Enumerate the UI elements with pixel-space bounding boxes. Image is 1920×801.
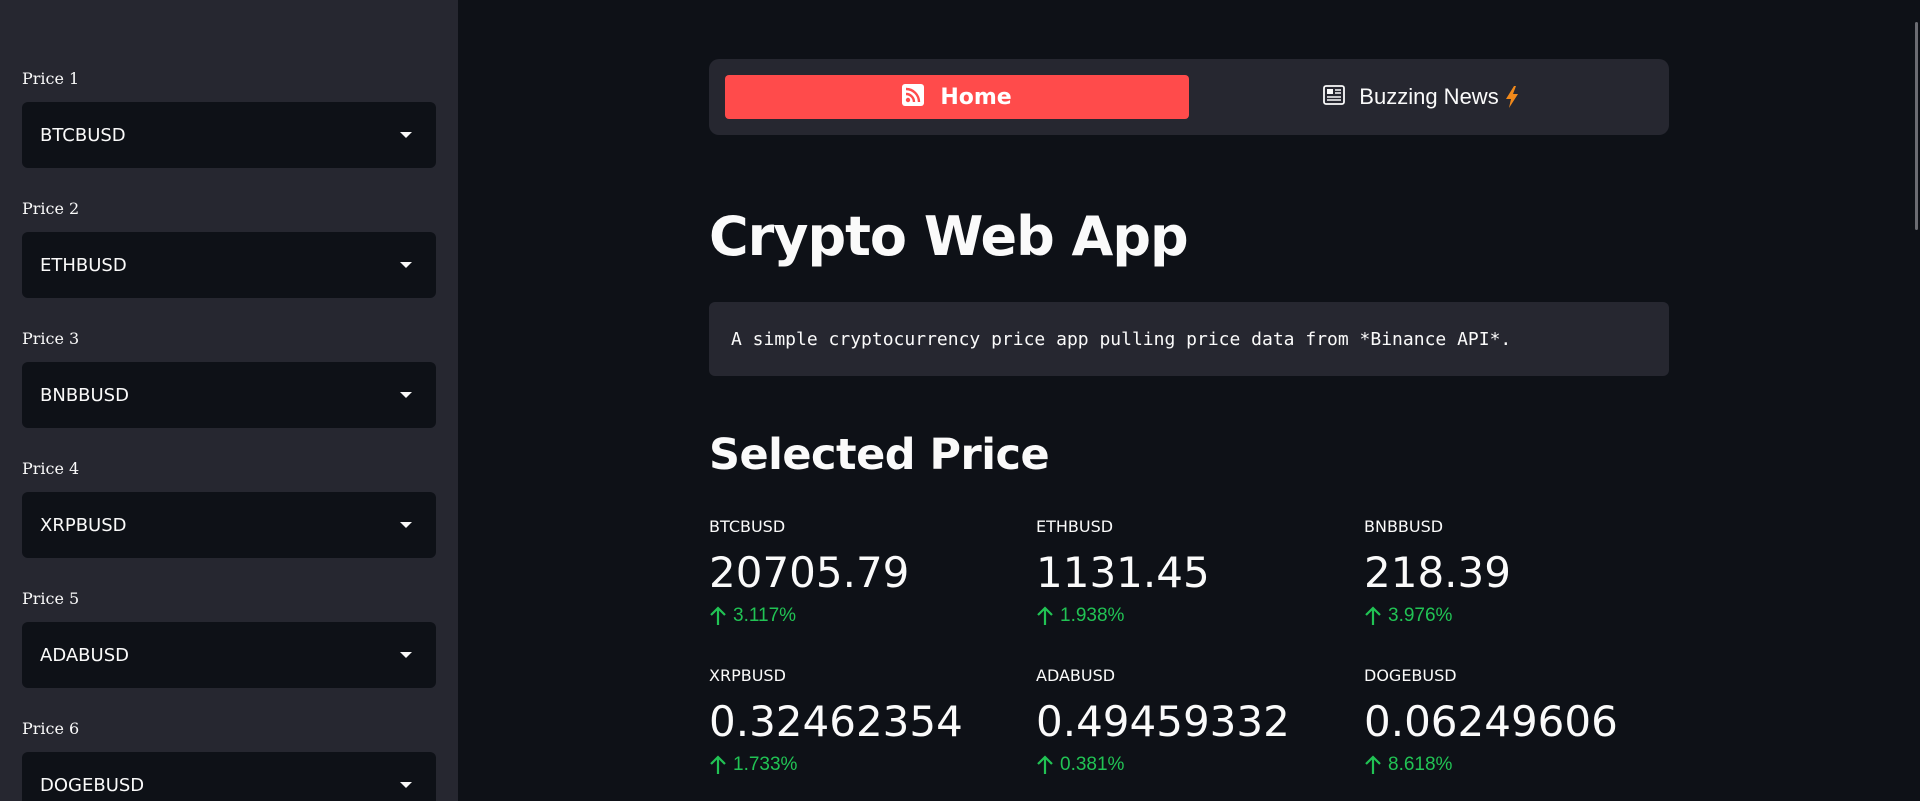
- select-value: ETHBUSD: [40, 254, 127, 276]
- arrow-up-icon: [709, 755, 727, 775]
- nav-home-tab[interactable]: Home: [725, 75, 1189, 119]
- metric-delta-value: 3.117%: [733, 605, 797, 626]
- metric-value: 20705.79: [709, 548, 910, 597]
- lightning-icon: [1505, 86, 1519, 108]
- metric-xrpbusd: XRPBUSD 0.32462354 1.733%: [709, 665, 1029, 777]
- price-5-select-group: Price 5 ADABUSD: [22, 588, 436, 688]
- metric-label: ADABUSD: [1036, 666, 1116, 685]
- price-6-select-group: Price 6 DOGEBUSD: [22, 718, 436, 801]
- price-1-select-group: Price 1 BTCBUSD: [22, 68, 436, 168]
- select-value: BTCBUSD: [40, 124, 126, 146]
- nav-home-label: Home: [940, 84, 1012, 110]
- nav-buzzing-news-label: Buzzing News: [1359, 84, 1499, 109]
- price-6-select[interactable]: DOGEBUSD: [22, 752, 436, 801]
- caret-down-icon: [400, 132, 412, 138]
- metric-label: ETHBUSD: [1036, 517, 1114, 536]
- price-4-select-group: Price 4 XRPBUSD: [22, 458, 436, 558]
- metric-value: 0.49459332: [1036, 697, 1290, 746]
- metric-label: DOGEBUSD: [1364, 666, 1457, 685]
- metric-delta: 1.938%: [1036, 604, 1356, 628]
- caret-down-icon: [400, 262, 412, 268]
- metric-delta: 3.976%: [1364, 604, 1684, 628]
- metric-adabusd: ADABUSD 0.49459332 0.381%: [1036, 665, 1356, 777]
- metric-dogebusd: DOGEBUSD 0.06249606 8.618%: [1364, 665, 1684, 777]
- metric-delta-value: 1.733%: [733, 754, 798, 775]
- arrow-up-icon: [1364, 755, 1382, 775]
- price-3-select-group: Price 3 BNBBUSD: [22, 328, 436, 428]
- select-label: Price 2: [22, 199, 80, 218]
- arrow-up-icon: [1036, 755, 1054, 775]
- select-value: XRPBUSD: [40, 514, 127, 536]
- metric-label: XRPBUSD: [709, 666, 786, 685]
- metric-delta: 0.381%: [1036, 753, 1356, 777]
- section-title: Selected Price: [709, 430, 1050, 480]
- main-scrollbar[interactable]: [1915, 22, 1918, 230]
- metric-delta-value: 8.618%: [1388, 754, 1453, 775]
- rss-icon: [902, 83, 925, 111]
- metric-label: BTCBUSD: [709, 517, 786, 536]
- option-menu-nav: Home Buzzing News: [709, 59, 1669, 135]
- nav-buzzing-news-tab[interactable]: Buzzing News: [1189, 75, 1653, 119]
- metric-ethbusd: ETHBUSD 1131.45 1.938%: [1036, 516, 1356, 628]
- select-value: BNBBUSD: [40, 384, 129, 406]
- metric-delta-value: 0.381%: [1060, 754, 1125, 775]
- price-3-select[interactable]: BNBBUSD: [22, 362, 436, 428]
- metric-delta: 3.117%: [709, 604, 1029, 628]
- newspaper-icon: [1323, 84, 1346, 110]
- metric-delta: 1.733%: [709, 753, 1029, 777]
- app-root: Price 1 BTCBUSD Price 2 ETHBUSD Price 3 …: [0, 0, 1920, 801]
- select-label: Price 4: [22, 459, 80, 478]
- price-5-select[interactable]: ADABUSD: [22, 622, 436, 688]
- metric-delta: 8.618%: [1364, 753, 1684, 777]
- price-2-select[interactable]: ETHBUSD: [22, 232, 436, 298]
- sidebar: Price 1 BTCBUSD Price 2 ETHBUSD Price 3 …: [0, 0, 458, 801]
- caret-down-icon: [400, 392, 412, 398]
- select-label: Price 5: [22, 589, 80, 608]
- select-value: DOGEBUSD: [40, 774, 145, 796]
- arrow-up-icon: [709, 606, 727, 626]
- caret-down-icon: [400, 782, 412, 788]
- caret-down-icon: [400, 522, 412, 528]
- arrow-up-icon: [1364, 606, 1382, 626]
- metric-label: BNBBUSD: [1364, 517, 1444, 536]
- metric-delta-value: 3.976%: [1388, 605, 1453, 626]
- metric-value: 0.06249606: [1364, 697, 1618, 746]
- price-1-select[interactable]: BTCBUSD: [22, 102, 436, 168]
- arrow-up-icon: [1036, 606, 1054, 626]
- metric-value: 1131.45: [1036, 548, 1210, 597]
- description-text: A simple cryptocurrency price app pullin…: [731, 328, 1512, 350]
- select-value: ADABUSD: [40, 644, 129, 666]
- metric-delta-value: 1.938%: [1060, 605, 1125, 626]
- metric-bnbbusd: BNBBUSD 218.39 3.976%: [1364, 516, 1684, 628]
- select-label: Price 3: [22, 329, 80, 348]
- metric-value: 218.39: [1364, 548, 1511, 597]
- page-title: Crypto Web App: [709, 205, 1189, 268]
- select-label: Price 6: [22, 719, 80, 738]
- metric-value: 0.32462354: [709, 697, 963, 746]
- price-2-select-group: Price 2 ETHBUSD: [22, 198, 436, 298]
- description-code-block: A simple cryptocurrency price app pullin…: [709, 302, 1669, 376]
- select-label: Price 1: [22, 69, 80, 88]
- metric-btcbusd: BTCBUSD 20705.79 3.117%: [709, 516, 1029, 628]
- price-4-select[interactable]: XRPBUSD: [22, 492, 436, 558]
- caret-down-icon: [400, 652, 412, 658]
